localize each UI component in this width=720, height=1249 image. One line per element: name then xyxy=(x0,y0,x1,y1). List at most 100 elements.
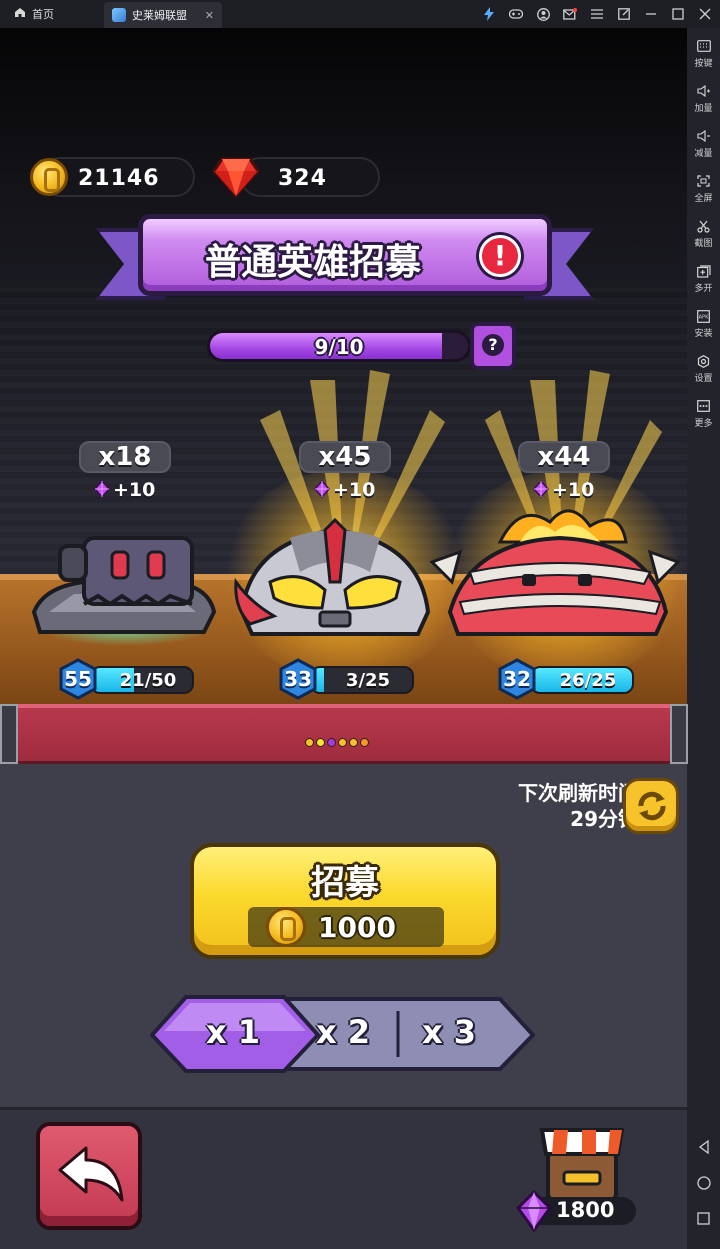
volume-up-icon xyxy=(696,84,711,99)
popout-icon[interactable] xyxy=(617,7,631,21)
recruit-cost-amount: 1000 xyxy=(318,911,396,944)
sidebar-item-settings[interactable]: 设置 xyxy=(687,355,720,384)
purple-gem-icon xyxy=(94,480,110,498)
ruby-counter[interactable]: 324 xyxy=(240,157,380,197)
recruit-banner: 普通英雄招募 ! xyxy=(138,214,552,296)
home-tab[interactable]: 首页 xyxy=(0,0,68,28)
carousel-dot xyxy=(338,738,347,747)
hero-gem-bonus: +10 xyxy=(93,479,155,501)
game-app-icon xyxy=(112,8,126,22)
hero-level: 33 xyxy=(284,667,312,691)
settings-icon xyxy=(697,355,711,369)
sidebar-item-install[interactable]: APK 安装 xyxy=(687,310,720,339)
purple-gem-icon xyxy=(516,1190,552,1232)
fullscreen-icon xyxy=(697,175,711,189)
sidebar-item-keymap[interactable]: 按键 xyxy=(687,40,720,69)
nav-home-icon[interactable] xyxy=(687,1176,720,1194)
sidebar-item-label: 设置 xyxy=(694,374,713,384)
emulator-sidebar: 按键 加量 减量 全屏 截图 多开 APK 安装 设置 更多 xyxy=(687,28,720,1249)
maximize-icon[interactable] xyxy=(671,7,685,21)
keyboard-icon xyxy=(696,40,711,54)
hero-level: 32 xyxy=(503,667,531,691)
hero-level-badge: 33 xyxy=(278,658,318,700)
hero-shards: 26/25 xyxy=(559,670,617,691)
hero-level-badge: 55 xyxy=(58,658,98,700)
mail-icon[interactable] xyxy=(563,7,577,21)
carousel-dot xyxy=(327,738,336,747)
purple-gem-icon xyxy=(533,480,549,498)
minimize-icon[interactable] xyxy=(644,7,658,21)
sidebar-item-volume-up[interactable]: 加量 xyxy=(687,84,720,114)
hero-count: x18 xyxy=(79,441,171,473)
gamepad-icon[interactable] xyxy=(509,7,523,21)
page-title: 普通英雄招募 xyxy=(204,242,421,283)
carousel-dot xyxy=(316,738,325,747)
sidebar-item-fullscreen[interactable]: 全屏 xyxy=(687,175,720,204)
progress-text: 9/10 xyxy=(314,335,364,359)
nav-back-icon[interactable] xyxy=(687,1139,720,1158)
strip-edge-right xyxy=(670,704,688,764)
sidebar-item-screenshot[interactable]: 截图 xyxy=(687,220,720,249)
purple-gem-icon xyxy=(314,480,330,498)
hero-shard-bar: 26/25 xyxy=(530,666,634,694)
sidebar-item-volume-down[interactable]: 减量 xyxy=(687,129,720,159)
shop-price-amount: 1800 xyxy=(556,1198,615,1222)
volume-down-icon xyxy=(696,129,711,144)
multiplier-x3[interactable]: x 3 xyxy=(422,1013,476,1051)
back-button[interactable] xyxy=(36,1122,142,1230)
apk-install-icon: APK xyxy=(697,310,711,324)
ruby-icon xyxy=(212,157,260,198)
hero-shard-bar: 21/50 xyxy=(90,666,194,694)
recruit-progress-bar: 9/10 xyxy=(207,330,471,362)
hero-shards: 21/50 xyxy=(119,670,177,691)
carousel-dot xyxy=(360,738,369,747)
close-icon[interactable] xyxy=(698,7,712,21)
strip-edge-left xyxy=(0,704,18,764)
sidebar-item-label: 减量 xyxy=(694,149,713,159)
hero-shard-bar: 3/25 xyxy=(310,666,414,694)
robot-slime-hero[interactable] xyxy=(24,532,220,644)
menu-icon[interactable] xyxy=(590,7,604,21)
sidebar-item-multi-instance[interactable]: 多开 xyxy=(687,265,720,294)
refresh-icon xyxy=(638,791,666,821)
svg-text:APK: APK xyxy=(699,315,709,321)
question-icon: ? xyxy=(482,334,504,356)
sidebar-item-label: 按键 xyxy=(694,59,713,69)
gold-amount: 21146 xyxy=(78,166,160,191)
refresh-label: 下次刷新时间 xyxy=(518,781,638,805)
game-tab[interactable]: 史莱姆联盟 ✕ xyxy=(104,2,222,28)
alert-icon[interactable]: ! xyxy=(479,235,521,277)
gold-coin-icon xyxy=(30,158,68,196)
lightning-icon[interactable] xyxy=(482,7,496,21)
gold-coin-icon xyxy=(266,907,306,947)
hero-gem-bonus: +10 xyxy=(532,479,594,501)
carousel-dot xyxy=(349,738,358,747)
recruit-button[interactable]: 招募 1000 xyxy=(190,843,500,959)
back-arrow-icon xyxy=(58,1146,124,1202)
refresh-button[interactable] xyxy=(623,778,679,834)
hero-count: x45 xyxy=(299,441,391,473)
ultra-slime-hero[interactable] xyxy=(230,512,440,644)
multiplier-x1[interactable]: x 1 xyxy=(206,1013,260,1051)
recruit-label: 招募 xyxy=(311,863,379,903)
hero-shards: 3/25 xyxy=(345,670,391,691)
ruby-amount: 324 xyxy=(278,166,327,191)
hero-level-badge: 32 xyxy=(497,658,537,700)
multiplier-x2[interactable]: x 2 xyxy=(316,1013,370,1051)
game-tab-label: 史莱姆联盟 xyxy=(132,9,187,22)
sidebar-item-more[interactable]: 更多 xyxy=(687,400,720,429)
sidebar-item-label: 更多 xyxy=(694,419,713,429)
sidebar-item-label: 多开 xyxy=(694,284,713,294)
carousel-indicator xyxy=(18,704,670,764)
multiplier-selector: x 1 x 2 x 3 xyxy=(150,995,535,1073)
refresh-timer: 下次刷新时间 29分钟 xyxy=(518,780,638,832)
tab-close-icon[interactable]: ✕ xyxy=(205,9,214,22)
sidebar-item-label: 全屏 xyxy=(694,194,713,204)
account-icon[interactable] xyxy=(536,7,550,21)
hero-count: x44 xyxy=(518,441,610,473)
nav-recents-icon[interactable] xyxy=(687,1212,720,1229)
hero-level: 55 xyxy=(64,667,92,691)
fire-mummy-slime-hero[interactable] xyxy=(430,502,680,644)
hero-gem-bonus: +10 xyxy=(313,479,375,501)
multi-instance-icon xyxy=(696,265,711,279)
